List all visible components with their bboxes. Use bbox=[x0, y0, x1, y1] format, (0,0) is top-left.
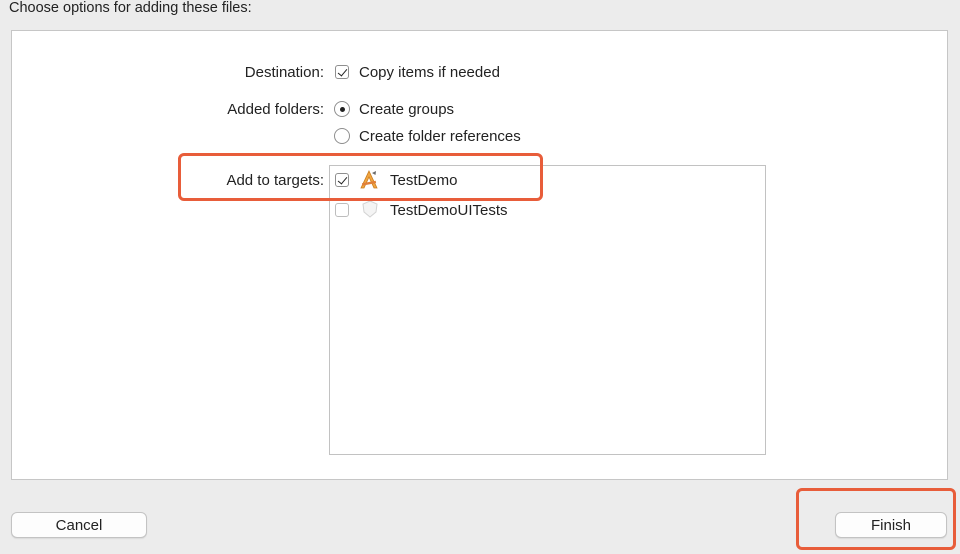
added-folders-label: Added folders: bbox=[227, 101, 324, 118]
add-to-targets-label: Add to targets: bbox=[226, 172, 324, 189]
target-checkbox-testdemo[interactable] bbox=[335, 173, 349, 187]
dialog-header: Choose options for adding these files: bbox=[9, 0, 252, 16]
create-folder-references-label[interactable]: Create folder references bbox=[359, 128, 521, 145]
cancel-button[interactable]: Cancel bbox=[11, 512, 147, 538]
create-folder-references-radio[interactable] bbox=[334, 128, 350, 144]
create-groups-label[interactable]: Create groups bbox=[359, 101, 454, 118]
create-groups-radio[interactable] bbox=[334, 101, 350, 117]
copy-items-checkbox[interactable] bbox=[335, 65, 349, 79]
copy-items-label[interactable]: Copy items if needed bbox=[359, 64, 500, 81]
destination-label: Destination: bbox=[244, 64, 324, 81]
app-target-icon bbox=[358, 169, 378, 189]
target-checkbox-testdemouitests[interactable] bbox=[335, 203, 349, 217]
test-target-icon bbox=[360, 199, 380, 219]
target-name-testdemouitests: TestDemoUITests bbox=[390, 202, 508, 219]
target-name-testdemo: TestDemo bbox=[390, 172, 458, 189]
finish-button[interactable]: Finish bbox=[835, 512, 947, 538]
